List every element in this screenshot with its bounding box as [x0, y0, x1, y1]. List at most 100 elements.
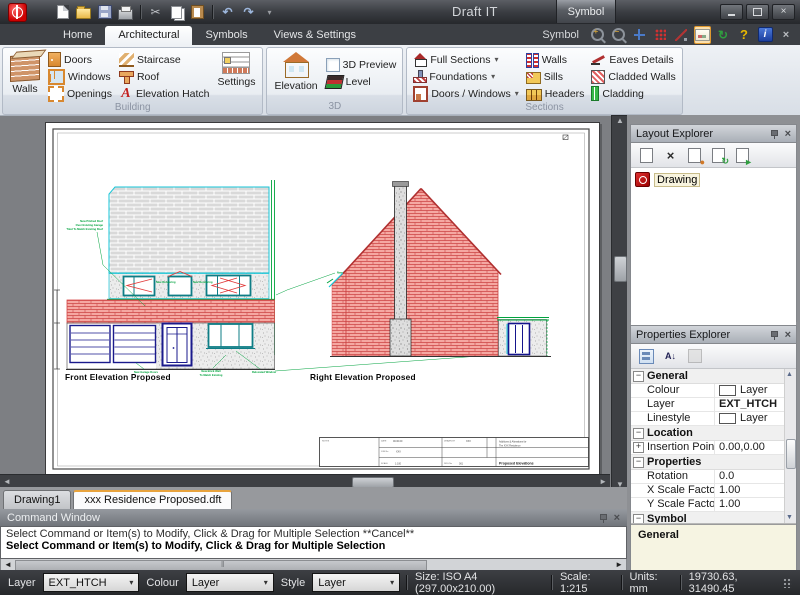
roof-button[interactable]: Roof: [117, 68, 212, 85]
property-row-insertion-point[interactable]: +Insertion Point 0.00,0.00: [631, 441, 796, 455]
close-button[interactable]: ×: [772, 4, 795, 20]
staircase-button[interactable]: Staircase: [117, 51, 212, 68]
sort-az-icon[interactable]: A↓: [662, 348, 679, 365]
section-symbol[interactable]: −Symbol: [631, 512, 796, 524]
scroll-up-icon[interactable]: ▲: [786, 371, 793, 378]
tab-views-settings[interactable]: Views & Settings: [261, 26, 369, 45]
open-file-icon[interactable]: [75, 4, 92, 21]
property-grid-scrollbar[interactable]: ▲ ▼: [784, 369, 796, 523]
save-file-icon[interactable]: [96, 4, 113, 21]
tab-home[interactable]: Home: [50, 26, 105, 45]
delete-layout-icon[interactable]: ×: [662, 147, 679, 164]
scroll-up-icon[interactable]: ▲: [616, 117, 624, 125]
cladded-walls-button[interactable]: Cladded Walls: [589, 68, 677, 85]
expand-icon[interactable]: +: [633, 442, 644, 453]
walls-button[interactable]: Walls: [7, 50, 43, 95]
export-layout-icon[interactable]: ●: [686, 147, 703, 164]
headers-button[interactable]: Headers: [524, 85, 587, 102]
cut-icon[interactable]: ✂: [147, 4, 164, 21]
tab-architectural[interactable]: Architectural: [105, 26, 192, 45]
3d-preview-toggle[interactable]: 3D Preview: [324, 56, 399, 73]
scroll-down-icon[interactable]: ▼: [786, 514, 793, 521]
ribbon-close-icon[interactable]: ×: [778, 27, 794, 43]
snap-icon[interactable]: [673, 27, 689, 43]
layout-item-drawing[interactable]: Drawing: [635, 172, 705, 187]
new-file-icon[interactable]: [54, 4, 71, 21]
panel-close-icon[interactable]: ×: [785, 129, 791, 139]
scroll-left-icon[interactable]: ◄: [3, 477, 11, 486]
refresh-layout-icon[interactable]: ↻: [710, 147, 727, 164]
minimize-button[interactable]: [720, 4, 743, 20]
level-button[interactable]: Level: [324, 73, 399, 90]
panel-close-icon[interactable]: ×: [785, 330, 791, 340]
windows-button[interactable]: Windows: [46, 68, 114, 85]
vertical-scroll-thumb[interactable]: [614, 256, 627, 282]
section-general[interactable]: −General: [631, 369, 796, 384]
qat-customize-icon[interactable]: ▾: [261, 4, 278, 21]
print-icon[interactable]: [117, 4, 134, 21]
foundations-button[interactable]: Foundations▾: [411, 68, 520, 85]
svg-text:JOB No: JOB No: [381, 451, 389, 453]
property-row-rotation[interactable]: Rotation 0.0: [631, 470, 796, 484]
tab-drawing1[interactable]: Drawing1: [3, 490, 71, 509]
pan-icon[interactable]: [631, 27, 647, 43]
colour-combo[interactable]: Layer▾: [186, 573, 274, 592]
property-row-colour[interactable]: Colour Layer: [631, 384, 796, 398]
openings-button[interactable]: Openings: [46, 85, 114, 102]
new-layout-icon[interactable]: [638, 147, 655, 164]
elevation-button[interactable]: Elevation: [271, 50, 320, 92]
maximize-button[interactable]: [746, 4, 769, 20]
colour-label: Colour: [146, 577, 178, 589]
property-row-yscale[interactable]: Y Scale Factor 1.00: [631, 498, 796, 512]
help-icon[interactable]: ?: [736, 27, 752, 43]
grid-scroll-thumb[interactable]: [786, 439, 796, 469]
full-sections-button[interactable]: Full Sections▾: [411, 51, 520, 68]
paste-icon[interactable]: [189, 4, 206, 21]
undo-icon[interactable]: ↶: [219, 4, 236, 21]
import-layout-icon[interactable]: ►: [734, 147, 751, 164]
copy-icon[interactable]: [168, 4, 185, 21]
drawing-canvas[interactable]: New Rendering New Rendering: [45, 122, 600, 476]
zoom-out-icon[interactable]: −: [610, 27, 626, 43]
cladding-button[interactable]: Cladding: [589, 85, 677, 102]
section-properties[interactable]: −Properties: [631, 455, 796, 470]
section-location[interactable]: −Location: [631, 426, 796, 441]
scroll-right-icon[interactable]: ►: [599, 477, 607, 486]
settings-button[interactable]: Settings: [215, 50, 259, 88]
active-drawing-tool-icon[interactable]: [694, 27, 710, 43]
tab-symbols[interactable]: Symbols: [192, 26, 260, 45]
command-close-icon[interactable]: ×: [614, 513, 620, 523]
grid-icon[interactable]: [652, 27, 668, 43]
doors-windows-button[interactable]: Doors / Windows▾: [411, 85, 520, 102]
status-separator: [622, 575, 623, 590]
sills-button[interactable]: Sills: [524, 68, 587, 85]
layer-combo[interactable]: EXT_HTCH▾: [43, 573, 140, 592]
property-row-xscale[interactable]: X Scale Factor 1.00: [631, 484, 796, 498]
categorized-view-icon[interactable]: [638, 348, 655, 365]
scroll-left-icon[interactable]: ◄: [4, 560, 12, 569]
app-menu-button[interactable]: [0, 0, 34, 24]
refresh-icon[interactable]: ↻: [715, 27, 731, 43]
property-row-linestyle[interactable]: Linestyle Layer: [631, 412, 796, 426]
svg-text:DATE: DATE: [381, 440, 387, 443]
resize-grip[interactable]: [783, 578, 792, 588]
ribbon-tab-row: Home Architectural Symbols Views & Setti…: [0, 24, 800, 45]
elevation-hatch-button[interactable]: AElevation Hatch: [117, 85, 212, 102]
property-pages-icon: [686, 348, 703, 365]
doors-button[interactable]: Doors: [46, 51, 114, 68]
pin-icon[interactable]: [770, 129, 778, 139]
scroll-right-icon[interactable]: ►: [615, 560, 623, 569]
eaves-details-button[interactable]: Eaves Details: [589, 51, 677, 68]
pin-icon[interactable]: [599, 513, 607, 523]
zoom-in-icon[interactable]: +: [589, 27, 605, 43]
tab-residence-proposed[interactable]: xxx Residence Proposed.dft: [73, 490, 232, 509]
drawing-horizontal-scrollbar[interactable]: ◄ ►: [0, 474, 610, 488]
property-row-layer[interactable]: Layer EXT_HTCH: [631, 398, 796, 412]
section-walls-button[interactable]: Walls: [524, 51, 587, 68]
redo-icon[interactable]: ↷: [240, 4, 257, 21]
style-combo[interactable]: Layer▾: [312, 573, 400, 592]
settings-icon: [222, 52, 250, 74]
pin-icon[interactable]: [770, 330, 778, 340]
info-icon[interactable]: i: [757, 27, 773, 43]
command-output[interactable]: Select Command or Item(s) to Modify, Cli…: [0, 526, 627, 559]
